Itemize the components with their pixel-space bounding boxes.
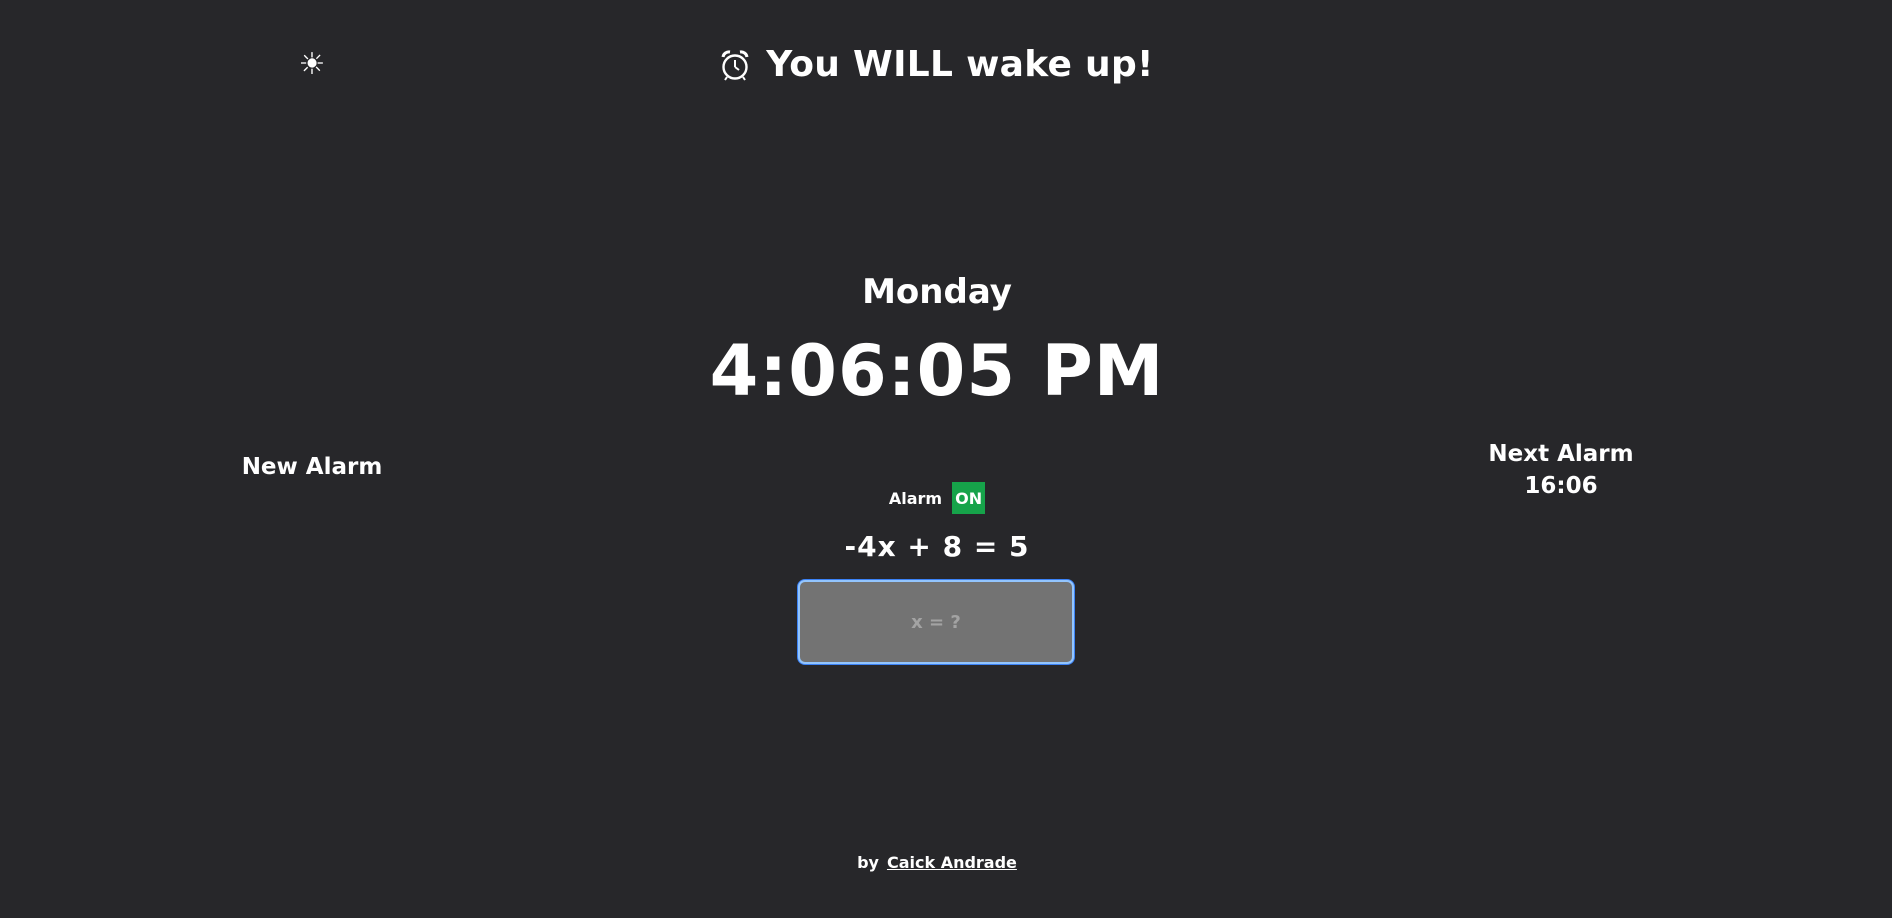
- next-alarm-label: Next Alarm: [1488, 441, 1634, 467]
- answer-input[interactable]: [798, 580, 1074, 664]
- footer: by Caick Andrade: [0, 853, 1874, 872]
- new-alarm-button[interactable]: New Alarm: [230, 454, 394, 480]
- alarm-status: Alarm ON: [0, 482, 1874, 514]
- current-time: 4:06:05 PM: [709, 330, 1165, 412]
- current-day: Monday: [862, 272, 1012, 312]
- page-title: You WILL wake up!: [766, 44, 1154, 85]
- footer-prefix: by: [857, 853, 879, 872]
- alarm-clock-icon: [721, 49, 749, 81]
- challenge-equation: -4x + 8 = 5: [844, 530, 1030, 563]
- alarm-state-toggle[interactable]: ON: [952, 482, 986, 514]
- alarm-status-label: Alarm: [888, 488, 943, 508]
- author-link[interactable]: Caick Andrade: [887, 853, 1017, 872]
- header: You WILL wake up!: [0, 44, 1872, 85]
- alarm-app: ☀ You WILL wake up! Monday 4:06:05 PM Ne…: [0, 0, 1892, 918]
